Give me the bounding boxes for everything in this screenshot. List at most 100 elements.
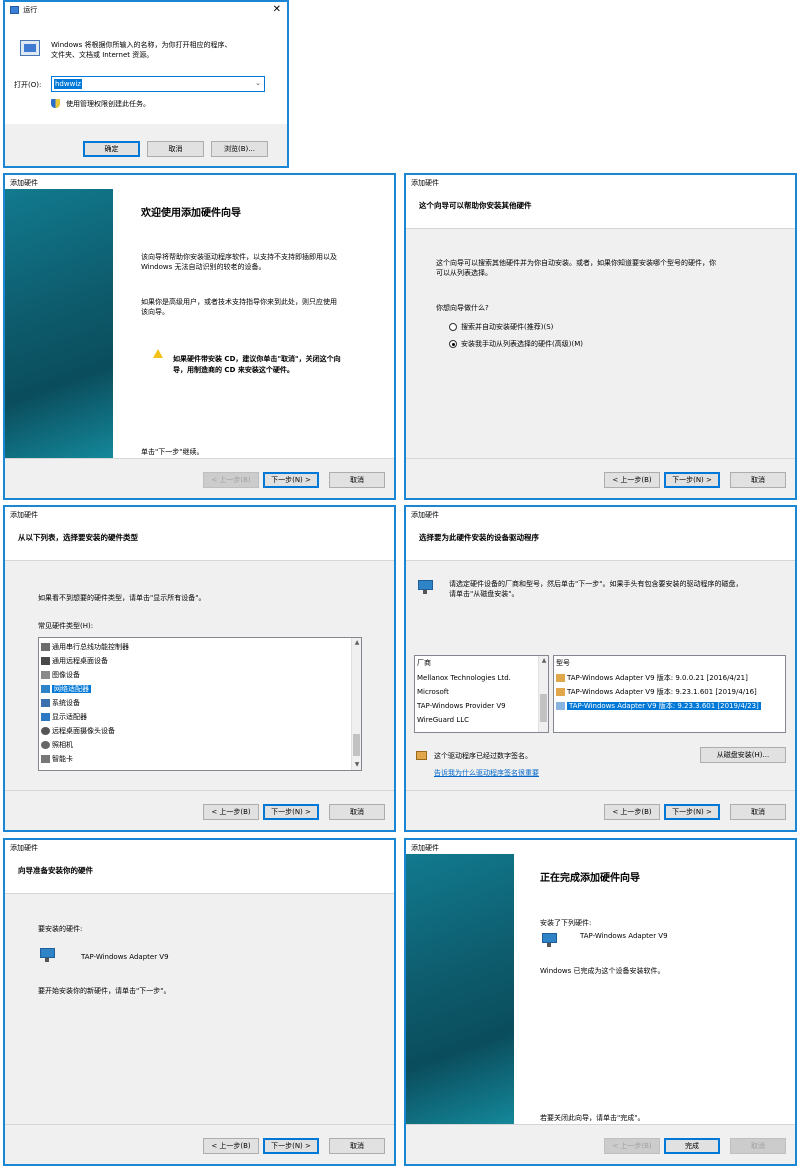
installed-label: 安装了下列硬件: [540, 919, 592, 927]
run-app-icon [10, 6, 19, 14]
manufacturer-item[interactable]: TAP-Windows Provider V9 [417, 700, 506, 712]
run-title: 运行 [23, 6, 38, 14]
next-button[interactable]: 下一步(N) > [263, 804, 319, 820]
open-combobox[interactable]: hdwwiz ⌄ [51, 76, 265, 92]
scroll-thumb[interactable] [353, 734, 360, 756]
wizard-header: 向导准备安装你的硬件 [5, 854, 394, 894]
help-description-2: 可以从列表选择。 [436, 269, 492, 277]
header-title: 这个向导可以帮助你安装其他硬件 [419, 201, 532, 210]
driver-package-icon [556, 674, 565, 682]
signed-driver-text: 这个驱动程序已经过数字签名。 [434, 752, 532, 760]
run-program-icon [20, 40, 40, 56]
wizard-sidebar-graphic [406, 854, 514, 1124]
network-adapter-icon [41, 685, 50, 693]
wizard-titlebar: 添加硬件 [406, 507, 795, 521]
next-button[interactable]: 下一步(N) > [664, 472, 720, 488]
back-button[interactable]: < 上一步(B) [604, 1138, 660, 1154]
run-description-1: Windows 将根据你所输入的名称，为你打开相应的程序、 [51, 41, 232, 49]
ok-button[interactable]: 确定 [83, 141, 140, 157]
network-adapter-icon [38, 948, 58, 964]
hardware-type-list[interactable]: 通用串行总线功能控制器 通用远程桌面设备 图像设备 网络适配器 系统设备 显示适… [38, 637, 362, 771]
cancel-button[interactable]: 取消 [730, 472, 786, 488]
manufacturer-item[interactable]: Microsoft [417, 686, 449, 698]
back-button[interactable]: < 上一步(B) [203, 804, 259, 820]
wizard-header: 选择要为此硬件安装的设备驱动程序 [406, 521, 795, 561]
model-item[interactable]: TAP-Windows Adapter V9 版本: 9.23.1.601 [2… [556, 686, 757, 698]
back-button[interactable]: < 上一步(B) [604, 472, 660, 488]
manufacturer-item[interactable]: Mellanox Technologies Ltd. [417, 672, 511, 684]
display-adapter-icon [41, 713, 50, 721]
scroll-up-icon[interactable]: ▲ [352, 638, 361, 648]
header-title: 选择要为此硬件安装的设备驱动程序 [419, 533, 539, 542]
radio-auto-search-label[interactable]: 搜索并自动安装硬件(推荐)(S) [461, 322, 553, 332]
list-item[interactable]: 通用远程桌面设备 [41, 655, 108, 667]
browse-button[interactable]: 浏览(B)... [211, 141, 268, 157]
wizard-welcome: 添加硬件 欢迎使用添加硬件向导 该向导将帮助你安装驱动程序软件，以支持不支持即插… [3, 173, 396, 500]
welcome-paragraph-1a: 该向导将帮助你安装驱动程序软件，以支持不支持即插即用以及 [141, 253, 337, 261]
cancel-button[interactable]: 取消 [730, 804, 786, 820]
model-item[interactable]: TAP-Windows Adapter V9 版本: 9.23.3.601 [2… [556, 700, 761, 712]
wizard-finish: 添加硬件 正在完成添加硬件向导 安装了下列硬件: TAP-Windows Ada… [404, 838, 797, 1166]
radio-manual-install-label[interactable]: 安装我手动从列表选择的硬件(高级)(M) [461, 339, 583, 349]
finish-done-text: Windows 已完成为这个设备安装软件。 [540, 967, 665, 975]
chevron-down-icon[interactable]: ⌄ [255, 79, 261, 87]
help-description-1: 这个向导可以搜索其他硬件并为你自动安装。或者，如果你知道要安装哪个型号的硬件，你 [436, 259, 716, 267]
next-button[interactable]: 下一步(N) > [664, 804, 720, 820]
welcome-content: 欢迎使用添加硬件向导 该向导将帮助你安装驱动程序软件，以支持不支持即插即用以及 … [113, 189, 394, 458]
next-button[interactable]: 下一步(N) > [263, 472, 319, 488]
cancel-button[interactable]: 取消 [329, 472, 385, 488]
help-question: 你想向导做什么? [436, 304, 489, 312]
cancel-button[interactable]: 取消 [329, 804, 385, 820]
signed-driver-icon [416, 751, 427, 760]
scroll-thumb[interactable] [540, 694, 547, 722]
back-button[interactable]: < 上一步(B) [203, 1138, 259, 1154]
list-item[interactable]: 图像设备 [41, 669, 80, 681]
cancel-button[interactable]: 取消 [329, 1138, 385, 1154]
back-button[interactable]: < 上一步(B) [604, 804, 660, 820]
wizard-sidebar-graphic [5, 189, 113, 458]
list-item[interactable]: 网络适配器 [41, 683, 91, 695]
driver-description-1: 请选定硬件设备的厂商和型号，然后单击"下一步"。如果手头有包含要安装的驱动程序的… [449, 580, 743, 588]
welcome-paragraph-2a: 如果你是高级用户，或者技术支持指导你来到此处，则只应使用 [141, 298, 337, 306]
finish-button[interactable]: 完成 [664, 1138, 720, 1154]
ready-footer-text: 要开始安装你的新硬件，请单击"下一步"。 [38, 987, 171, 995]
wizard-hardware-type: 添加硬件 从以下列表，选择要安装的硬件类型 如果看不到想要的硬件类型，请单击"显… [3, 505, 396, 832]
model-list[interactable]: 型号 TAP-Windows Adapter V9 版本: 9.0.0.21 [… [553, 655, 786, 733]
welcome-paragraph-1b: Windows 无法自动识别的较老的设备。 [141, 263, 266, 271]
cancel-button[interactable]: 取消 [730, 1138, 786, 1154]
list-scrollbar[interactable]: ▲ ▼ [351, 638, 361, 770]
manufacturer-list[interactable]: 厂商 Mellanox Technologies Ltd. Microsoft … [414, 655, 549, 733]
open-input-value[interactable]: hdwwiz [54, 79, 82, 89]
list-item[interactable]: 智能卡 [41, 753, 73, 765]
manufacturer-scrollbar[interactable]: ▲ [538, 656, 548, 732]
radio-manual-install[interactable] [449, 340, 457, 348]
driver-package-icon [556, 688, 565, 696]
list-item[interactable]: 远程桌面摄像头设备 [41, 725, 115, 737]
camera-icon [41, 741, 50, 749]
model-header: 型号 [556, 659, 570, 667]
finish-heading: 正在完成添加硬件向导 [540, 873, 640, 884]
manufacturer-item[interactable]: WireGuard LLC [417, 714, 469, 726]
run-titlebar: 运行 ✕ [5, 2, 287, 20]
wizard-ready: 添加硬件 向导准备安装你的硬件 要安装的硬件: TAP-Windows Adap… [3, 838, 396, 1166]
scroll-down-icon[interactable]: ▼ [352, 760, 361, 770]
close-icon[interactable]: ✕ [273, 4, 281, 15]
list-item[interactable]: 照相机 [41, 739, 73, 751]
smart-card-icon [41, 755, 50, 763]
scroll-up-icon[interactable]: ▲ [539, 656, 548, 666]
have-disk-button[interactable]: 从磁盘安装(H)... [700, 747, 786, 763]
next-button[interactable]: 下一步(N) > [263, 1138, 319, 1154]
webcam-icon [41, 727, 50, 735]
model-item[interactable]: TAP-Windows Adapter V9 版本: 9.0.0.21 [201… [556, 672, 748, 684]
network-adapter-icon [416, 580, 436, 596]
driver-signing-link[interactable]: 告诉我为什么驱动程序签名很重要 [434, 768, 539, 778]
list-item[interactable]: 系统设备 [41, 697, 80, 709]
list-item[interactable]: 通用串行总线功能控制器 [41, 641, 129, 653]
radio-auto-search[interactable] [449, 323, 457, 331]
driver-description-2: 请单击"从磁盘安装"。 [449, 590, 519, 598]
back-button[interactable]: < 上一步(B) [203, 472, 259, 488]
cancel-button[interactable]: 取消 [147, 141, 204, 157]
wizard-titlebar: 添加硬件 [5, 175, 394, 189]
wizard-driver-select: 添加硬件 选择要为此硬件安装的设备驱动程序 请选定硬件设备的厂商和型号，然后单击… [404, 505, 797, 832]
list-item[interactable]: 显示适配器 [41, 711, 87, 723]
